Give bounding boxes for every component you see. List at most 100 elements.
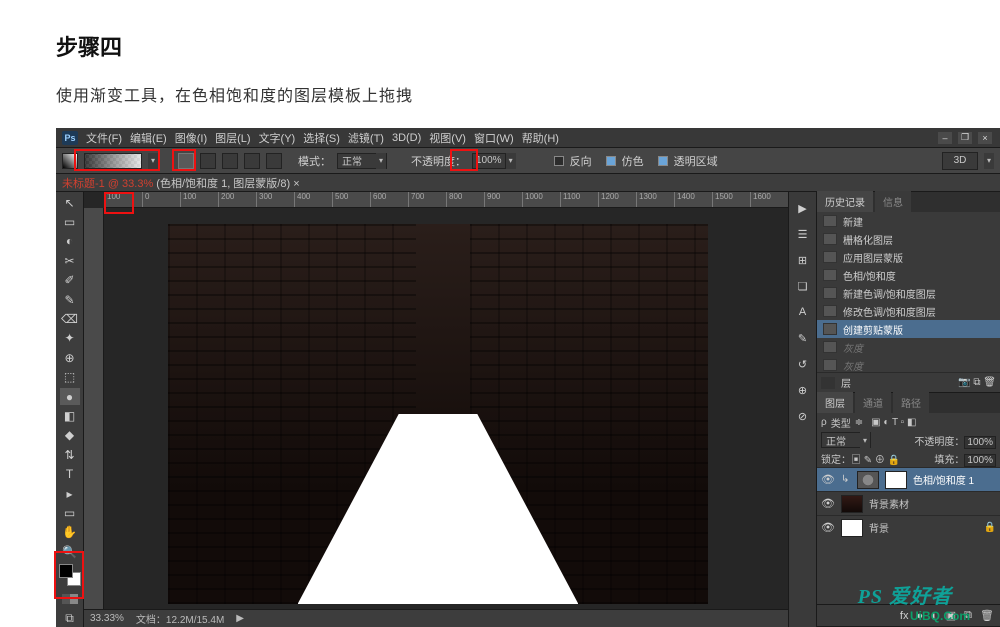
- dock-history-icon[interactable]: ↺: [794, 356, 812, 372]
- stamp-tool[interactable]: ✦: [60, 330, 80, 347]
- gradient-angle[interactable]: [222, 153, 238, 169]
- 3d-mode-dropdown[interactable]: ▾: [984, 153, 994, 169]
- quickmask-toggle[interactable]: [62, 594, 78, 604]
- menu-view[interactable]: 视图(V): [429, 130, 466, 146]
- 3d-mode-button[interactable]: 3D: [942, 152, 978, 170]
- crop-tool[interactable]: ✂: [60, 252, 80, 269]
- dodge-tool[interactable]: ◆: [60, 427, 80, 444]
- layer-thumb[interactable]: [841, 519, 863, 537]
- dock-styles-icon[interactable]: ❏: [794, 278, 812, 294]
- dock-brush-icon[interactable]: ✎: [794, 330, 812, 346]
- window-maximize[interactable]: ❐: [958, 132, 972, 144]
- tab-channels[interactable]: 通道: [855, 392, 891, 413]
- gradient-radial[interactable]: [200, 153, 216, 169]
- layer-thumb[interactable]: [841, 495, 863, 513]
- dock-mask-icon[interactable]: ⊘: [794, 408, 812, 424]
- status-arrow[interactable]: ▶: [236, 613, 244, 624]
- pen-tool[interactable]: ⇅: [60, 446, 80, 463]
- type-tool[interactable]: T: [60, 465, 80, 482]
- dock-swatches-icon[interactable]: ⊞: [794, 252, 812, 268]
- tab-paths[interactable]: 路径: [893, 392, 929, 413]
- move-tool[interactable]: ↖: [60, 194, 80, 211]
- transparency-checkbox[interactable]: [658, 156, 668, 166]
- foreground-color[interactable]: [59, 564, 73, 578]
- blur-tool[interactable]: ◧: [60, 407, 80, 424]
- eraser-tool[interactable]: ⬚: [60, 369, 80, 386]
- document-tab[interactable]: 未标题-1 @ 33.3% (色相/饱和度 1, 图层蒙版/8) ×: [62, 175, 300, 191]
- adjustment-thumb[interactable]: [857, 471, 879, 489]
- history-item[interactable]: 新建色调/饱和度图层: [817, 284, 1000, 302]
- status-zoom[interactable]: 33.33%: [90, 613, 124, 624]
- layer-name[interactable]: 背景: [869, 520, 889, 535]
- new-layer-icon[interactable]: ⧉: [964, 609, 972, 622]
- fx-icon[interactable]: fx: [900, 610, 909, 622]
- history-item[interactable]: 新建: [817, 212, 1000, 230]
- history-brush-tool[interactable]: ⊕: [60, 349, 80, 366]
- layer-filter-bar[interactable]: ρ类型≑ ▣ ◐ T ▫ ◧: [817, 413, 1000, 431]
- tab-layers[interactable]: 图层: [817, 392, 853, 413]
- menu-file[interactable]: 文件(F): [86, 130, 122, 146]
- layer-mask-thumb[interactable]: [885, 471, 907, 489]
- menu-edit[interactable]: 编辑(E): [130, 130, 167, 146]
- gradient-picker-dropdown[interactable]: ▾: [148, 153, 158, 169]
- screen-mode[interactable]: ⧉: [60, 610, 80, 627]
- menu-help[interactable]: 帮助(H): [522, 130, 559, 146]
- menu-select[interactable]: 选择(S): [303, 130, 340, 146]
- delete-icon[interactable]: 🗑: [980, 609, 994, 622]
- layer-background[interactable]: 👁 背景 🔒: [817, 515, 1000, 539]
- layer-background-image[interactable]: 👁 背景素材: [817, 491, 1000, 515]
- history-item[interactable]: 应用图层蒙版: [817, 248, 1000, 266]
- shape-tool[interactable]: ▭: [60, 504, 80, 521]
- document-canvas[interactable]: [168, 224, 708, 604]
- history-item[interactable]: 色相/饱和度: [817, 266, 1000, 284]
- window-minimize[interactable]: –: [938, 132, 952, 144]
- dither-checkbox[interactable]: [606, 156, 616, 166]
- gradient-diamond[interactable]: [266, 153, 282, 169]
- history-item[interactable]: 栅格化图层: [817, 230, 1000, 248]
- group-icon[interactable]: ▣: [946, 609, 956, 622]
- visibility-icon[interactable]: 👁: [821, 521, 835, 535]
- gradient-linear[interactable]: [178, 153, 194, 169]
- lock-icons[interactable]: ▣ ✎ ⊕ 🔒: [851, 455, 900, 466]
- marquee-tool[interactable]: ▭: [60, 213, 80, 230]
- gradient-reflected[interactable]: [244, 153, 260, 169]
- reverse-checkbox[interactable]: [554, 156, 564, 166]
- visibility-icon[interactable]: 👁: [821, 473, 835, 487]
- zoom-tool[interactable]: 🔍: [60, 543, 80, 560]
- layer-opacity[interactable]: 100%: [964, 436, 996, 449]
- adjustment-icon[interactable]: ◐: [931, 610, 938, 622]
- dock-play-icon[interactable]: ▶: [794, 200, 812, 216]
- dock-character-icon[interactable]: A: [794, 304, 812, 320]
- window-close[interactable]: ×: [978, 132, 992, 144]
- layer-name[interactable]: 色相/饱和度 1: [913, 472, 974, 487]
- tab-history[interactable]: 历史记录: [817, 191, 873, 212]
- healing-tool[interactable]: ✎: [60, 291, 80, 308]
- history-item-selected[interactable]: 创建剪贴蒙版: [817, 320, 1000, 338]
- gradient-tool-icon[interactable]: [62, 153, 78, 169]
- menu-image[interactable]: 图像(I): [175, 130, 207, 146]
- opacity-input[interactable]: 100%▾: [472, 153, 516, 169]
- layer-name[interactable]: 背景素材: [869, 496, 909, 511]
- menu-type[interactable]: 文字(Y): [259, 130, 296, 146]
- layer-fill[interactable]: 100%: [964, 454, 996, 467]
- dock-properties-icon[interactable]: ☰: [794, 226, 812, 242]
- history-item[interactable]: 修改色调/饱和度图层: [817, 302, 1000, 320]
- menu-filter[interactable]: 滤镜(T): [348, 130, 384, 146]
- brush-tool[interactable]: ⌫: [60, 310, 80, 327]
- path-select-tool[interactable]: ▸: [60, 485, 80, 502]
- mask-icon[interactable]: ●: [916, 610, 923, 622]
- dock-adjust-icon[interactable]: ⊕: [794, 382, 812, 398]
- layer-blend-mode[interactable]: 正常▾: [821, 432, 871, 448]
- gradient-tool[interactable]: ●: [60, 388, 80, 405]
- color-swatches[interactable]: [59, 564, 81, 585]
- lasso-tool[interactable]: ◐: [60, 233, 80, 250]
- menu-window[interactable]: 窗口(W): [474, 130, 514, 146]
- layer-hue-saturation[interactable]: 👁 ↳ 色相/饱和度 1: [817, 467, 1000, 491]
- menu-layer[interactable]: 图层(L): [215, 130, 250, 146]
- gradient-picker[interactable]: [84, 153, 142, 169]
- menu-3d[interactable]: 3D(D): [392, 132, 421, 144]
- eyedropper-tool[interactable]: ✐: [60, 272, 80, 289]
- history-item[interactable]: 灰度: [817, 356, 1000, 372]
- blend-mode-select[interactable]: 正常▾: [337, 153, 387, 169]
- hand-tool[interactable]: ✋: [60, 524, 80, 541]
